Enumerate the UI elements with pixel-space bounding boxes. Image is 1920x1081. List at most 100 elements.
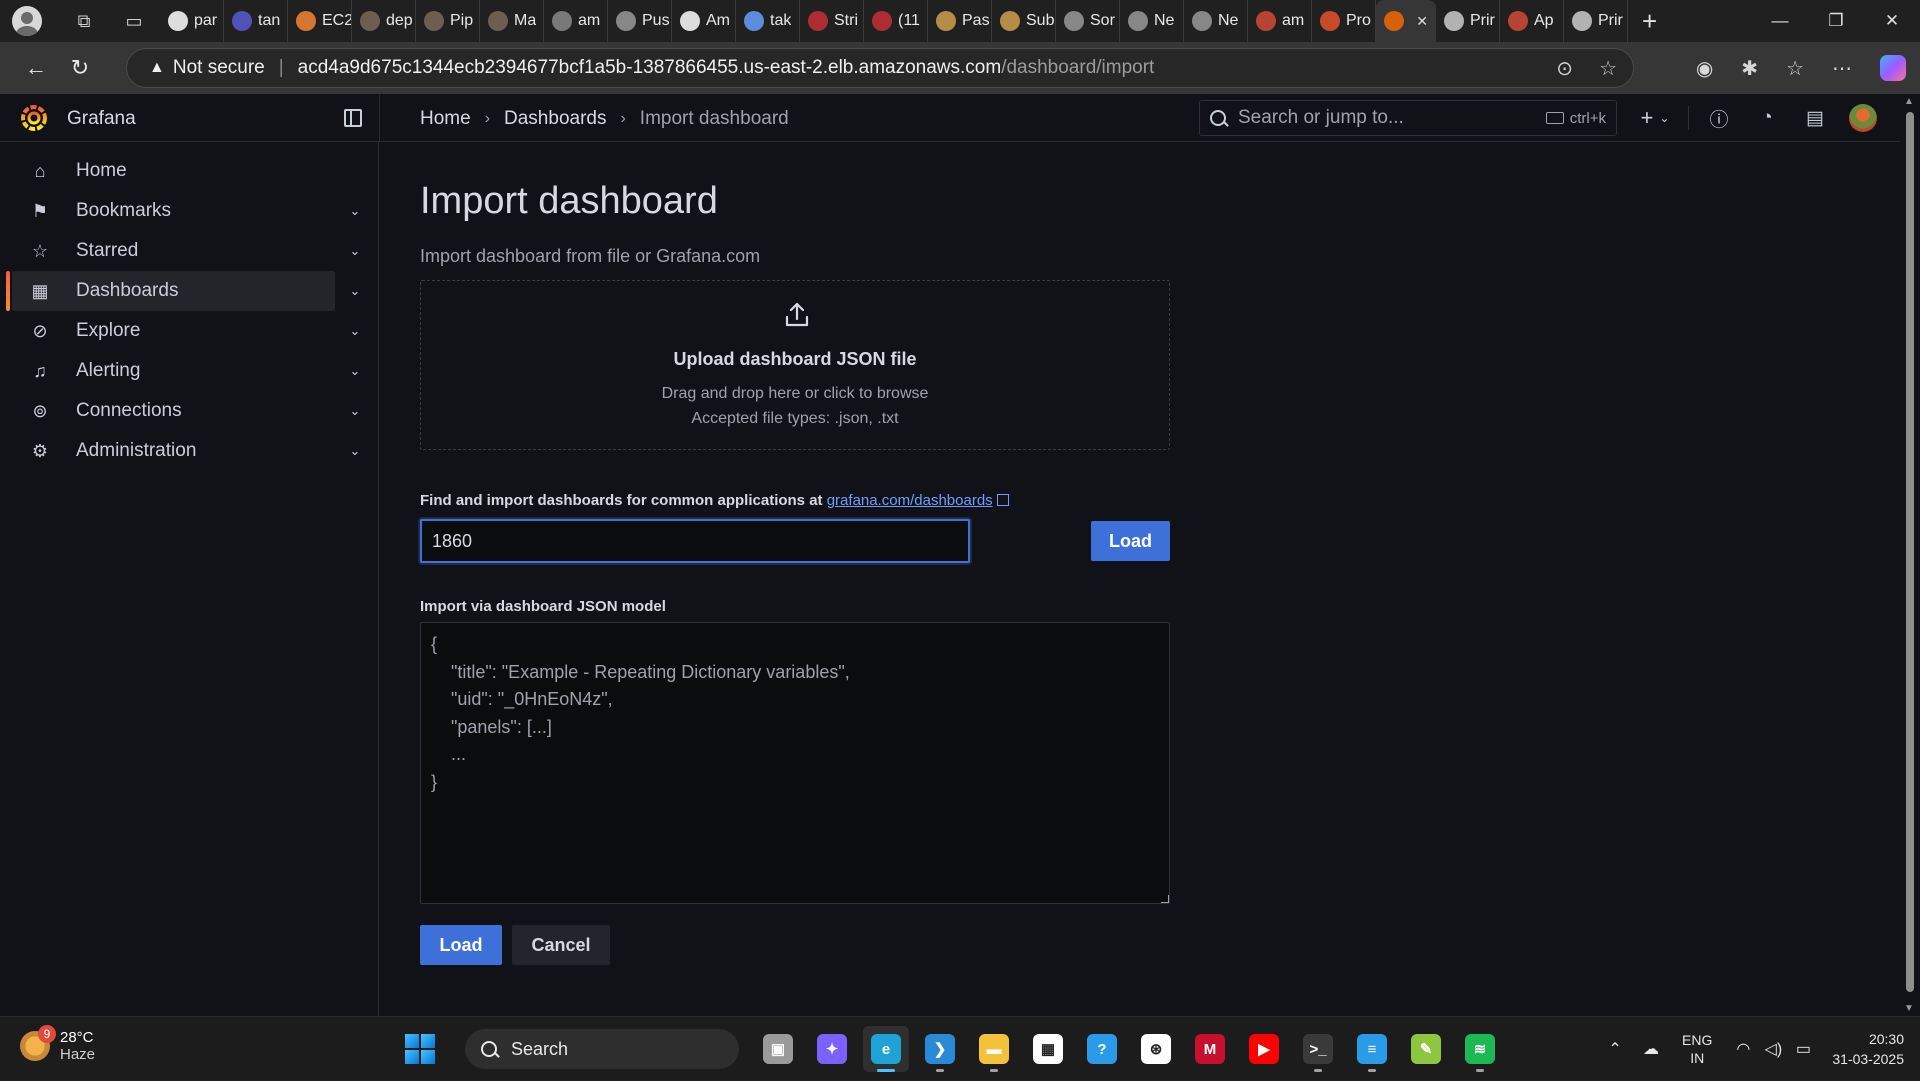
taskbar-app[interactable]: ❯ (917, 1026, 963, 1072)
cancel-button[interactable]: Cancel (512, 925, 610, 965)
taskbar-app[interactable]: ✦ (809, 1026, 855, 1072)
battery-icon[interactable]: ▭ (1788, 1039, 1818, 1059)
taskbar-search[interactable]: Search (465, 1029, 739, 1069)
taskbar-app[interactable]: ≋ (1457, 1026, 1503, 1072)
refresh-icon[interactable]: ↻ (58, 48, 102, 88)
workspaces-icon[interactable]: ⧉ (64, 5, 104, 37)
upload-dropzone[interactable]: Upload dashboard JSON file Drag and drop… (420, 280, 1170, 450)
chevron-down-icon[interactable]: ⌄ (345, 431, 365, 471)
browser-tab[interactable]: am (1248, 0, 1312, 42)
taskbar-app[interactable]: ✎ (1403, 1026, 1449, 1072)
taskbar-app[interactable]: ▬ (971, 1026, 1017, 1072)
extensions-puzzle-icon[interactable]: ✱ (1741, 56, 1758, 81)
load-button[interactable]: Load (420, 925, 502, 965)
grafana-brand[interactable]: Grafana (67, 108, 136, 130)
grafana-logo-icon[interactable] (20, 104, 48, 132)
resize-handle-icon[interactable] (1161, 895, 1169, 903)
browser-tab[interactable]: Ap (1500, 0, 1564, 42)
chevron-down-icon[interactable]: ⌄ (345, 311, 365, 351)
dashboard-id-input[interactable] (420, 519, 970, 563)
browser-tab[interactable]: (11 (864, 0, 928, 42)
wifi-icon[interactable]: ◠ (1728, 1039, 1758, 1059)
browser-tab[interactable]: tak (736, 0, 800, 42)
browser-tab[interactable]: Ma (480, 0, 544, 42)
browser-tab[interactable]: Prir (1564, 0, 1628, 42)
volume-icon[interactable]: ◁) (1758, 1039, 1788, 1059)
sidebar-item-explore[interactable]: ⊘ Explore (12, 311, 335, 351)
extension-privacy-icon[interactable]: ◉ (1696, 56, 1713, 81)
security-label[interactable]: Not secure (173, 57, 265, 79)
page-scrollbar[interactable]: ▲ ▼ (1900, 94, 1920, 1016)
browser-tab[interactable]: Prir (1436, 0, 1500, 42)
favorite-star-icon[interactable]: ☆ (1599, 56, 1617, 81)
close-tab-icon[interactable]: ✕ (1416, 13, 1428, 30)
weather-widget[interactable]: 9 28°C Haze (20, 1025, 95, 1063)
address-bar[interactable]: ▲ Not secure | acd4a9d675c1344ecb2394677… (126, 48, 1634, 88)
sidebar-item-bookmarks[interactable]: ⚑ Bookmarks (12, 191, 335, 231)
minimize-icon[interactable]: — (1752, 0, 1808, 42)
kiosk-mode-icon[interactable]: ▤ (1791, 94, 1839, 142)
taskbar-app[interactable]: ≡ (1349, 1026, 1395, 1072)
sidebar-item-starred[interactable]: ☆ Starred (12, 231, 335, 271)
more-menu-icon[interactable]: ⋯ (1832, 56, 1852, 81)
grafana-com-link[interactable]: grafana.com/dashboards (827, 492, 993, 509)
json-model-textarea[interactable]: { "title": "Example - Repeating Dictiona… (420, 622, 1170, 904)
clock[interactable]: 20:30 31-03-2025 (1832, 1029, 1904, 1069)
chevron-down-icon[interactable]: ⌄ (345, 271, 365, 311)
breadcrumb-home[interactable]: Home (420, 108, 471, 130)
search-input[interactable]: Search or jump to... ctrl+k (1199, 100, 1617, 136)
chevron-down-icon[interactable]: ⌄ (345, 231, 365, 271)
new-menu-button[interactable]: + ⌄ (1628, 105, 1682, 131)
scroll-up-icon[interactable]: ▲ (1904, 96, 1914, 107)
help-icon[interactable]: ⓘ (1695, 94, 1743, 142)
favorites-icon[interactable]: ☆ (1786, 56, 1804, 81)
taskbar-app[interactable]: ▣ (755, 1026, 801, 1072)
sidebar-item-alerting[interactable]: ♫ Alerting (12, 351, 335, 391)
browser-tab[interactable]: Stri (800, 0, 864, 42)
scrollbar-thumb[interactable] (1906, 112, 1914, 992)
browser-tab[interactable]: par (160, 0, 224, 42)
browser-tab[interactable]: Pro (1312, 0, 1376, 42)
onedrive-icon[interactable]: ☁ (1636, 1039, 1666, 1059)
chevron-down-icon[interactable]: ⌄ (345, 191, 365, 231)
sidebar-item-administration[interactable]: ⚙ Administration (12, 431, 335, 471)
browser-tab[interactable]: am (544, 0, 608, 42)
dock-menu-icon[interactable] (344, 109, 362, 127)
taskbar-app[interactable]: ▦ (1025, 1026, 1071, 1072)
copilot-icon[interactable] (1880, 55, 1906, 81)
chevron-down-icon[interactable]: ⌄ (345, 351, 365, 391)
browser-tab[interactable]: Pas (928, 0, 992, 42)
sidebar-item-home[interactable]: ⌂ Home (12, 151, 335, 191)
browser-tab[interactable]: Ne (1184, 0, 1248, 42)
taskbar-app[interactable]: M (1187, 1026, 1233, 1072)
browser-tab[interactable]: Ne (1120, 0, 1184, 42)
taskbar-app[interactable]: ? (1079, 1026, 1125, 1072)
chevron-up-icon[interactable]: ⌃ (1600, 1039, 1630, 1059)
new-tab-button[interactable]: + (1642, 6, 1672, 37)
sidebar-item-dashboards[interactable]: ▦ Dashboards (6, 271, 335, 311)
taskbar-app[interactable]: >_ (1295, 1026, 1341, 1072)
browser-tab[interactable]: Pip (416, 0, 480, 42)
user-avatar[interactable] (1849, 104, 1877, 132)
browser-tab[interactable]: Sor (1056, 0, 1120, 42)
browser-tab[interactable]: tan (224, 0, 288, 42)
close-window-icon[interactable]: ✕ (1864, 0, 1920, 42)
browser-tab[interactable]: EC2 (288, 0, 352, 42)
news-rss-icon[interactable]: ◔ (1743, 94, 1791, 142)
scroll-down-icon[interactable]: ▼ (1904, 1003, 1914, 1014)
load-id-button[interactable]: Load (1091, 521, 1170, 561)
browser-tab[interactable]: dep (352, 0, 416, 42)
back-icon[interactable]: ← (14, 48, 58, 88)
language-indicator[interactable]: ENG IN (1682, 1031, 1712, 1067)
restore-icon[interactable]: ❐ (1808, 0, 1864, 42)
chevron-down-icon[interactable]: ⌄ (345, 391, 365, 431)
taskbar-app[interactable]: e (863, 1026, 909, 1072)
taskbar-app[interactable]: ▶ (1241, 1026, 1287, 1072)
reader-mode-icon[interactable]: ⊙ (1556, 56, 1573, 81)
breadcrumb-dashboards[interactable]: Dashboards (504, 108, 606, 130)
taskbar-app[interactable]: ⊛ (1133, 1026, 1179, 1072)
sidebar-item-connections[interactable]: ⊚ Connections (12, 391, 335, 431)
browser-tab[interactable]: Am (672, 0, 736, 42)
browser-tab-active[interactable]: ✕ (1376, 0, 1436, 42)
vertical-tabs-icon[interactable]: ▭ (114, 5, 154, 37)
